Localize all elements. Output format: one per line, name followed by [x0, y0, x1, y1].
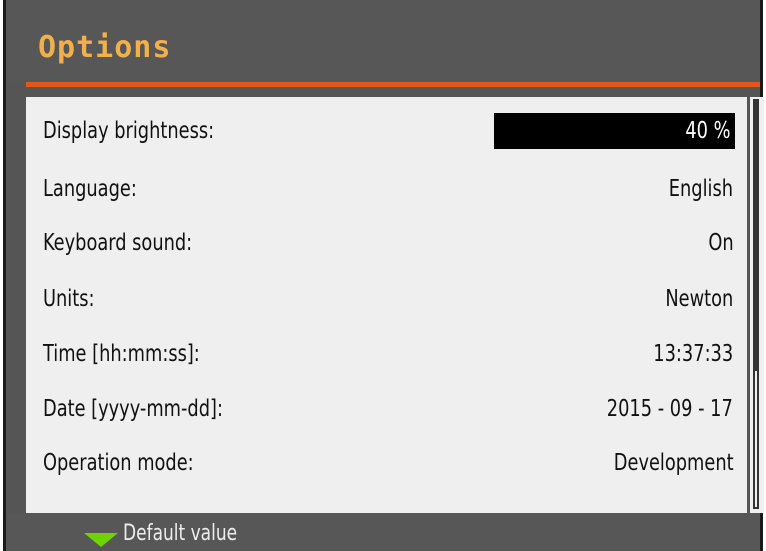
- triangle-down-icon: [84, 533, 118, 547]
- option-label: Language:: [43, 176, 137, 202]
- option-label: Time [hh:mm:ss]:: [43, 341, 200, 367]
- option-label: Operation mode:: [43, 450, 194, 476]
- header-divider: [26, 82, 760, 87]
- device-screen: Options Display brightness: 40 % Languag…: [3, 0, 764, 551]
- option-row-date[interactable]: Date [yyyy-mm-dd]: 2015 - 09 - 17: [26, 389, 735, 429]
- option-label: Keyboard sound:: [43, 230, 193, 256]
- option-value[interactable]: Newton: [665, 286, 735, 312]
- option-label: Display brightness:: [43, 118, 215, 144]
- scrollbar-track[interactable]: [753, 99, 759, 509]
- option-row-operation-mode[interactable]: Operation mode: Development: [26, 443, 735, 483]
- option-label: Units:: [43, 286, 95, 312]
- option-row-units[interactable]: Units: Newton: [26, 279, 735, 319]
- option-value[interactable]: On: [708, 230, 735, 256]
- scrollbar[interactable]: [750, 97, 764, 513]
- option-row-keyboard-sound[interactable]: Keyboard sound: On: [26, 223, 735, 263]
- scrollbar-thumb[interactable]: [755, 101, 757, 371]
- option-row-language[interactable]: Language: English: [26, 169, 735, 209]
- default-value-hint: Default value: [123, 521, 238, 546]
- options-list: Display brightness: 40 % Language: Engli…: [26, 97, 764, 513]
- option-value[interactable]: 13:37:33: [653, 341, 735, 367]
- option-row-time[interactable]: Time [hh:mm:ss]: 13:37:33: [26, 334, 735, 374]
- page-title: Options: [38, 30, 172, 65]
- header-bar: Options: [6, 0, 760, 82]
- option-row-display-brightness[interactable]: Display brightness: 40 %: [26, 111, 735, 151]
- option-value[interactable]: English: [669, 176, 735, 202]
- option-value[interactable]: Development: [613, 450, 735, 476]
- option-label: Date [yyyy-mm-dd]:: [43, 396, 223, 422]
- footer-bar: Default value: [6, 513, 760, 551]
- option-value-selected[interactable]: 40 %: [494, 113, 735, 149]
- option-value[interactable]: 2015 - 09 - 17: [607, 396, 735, 422]
